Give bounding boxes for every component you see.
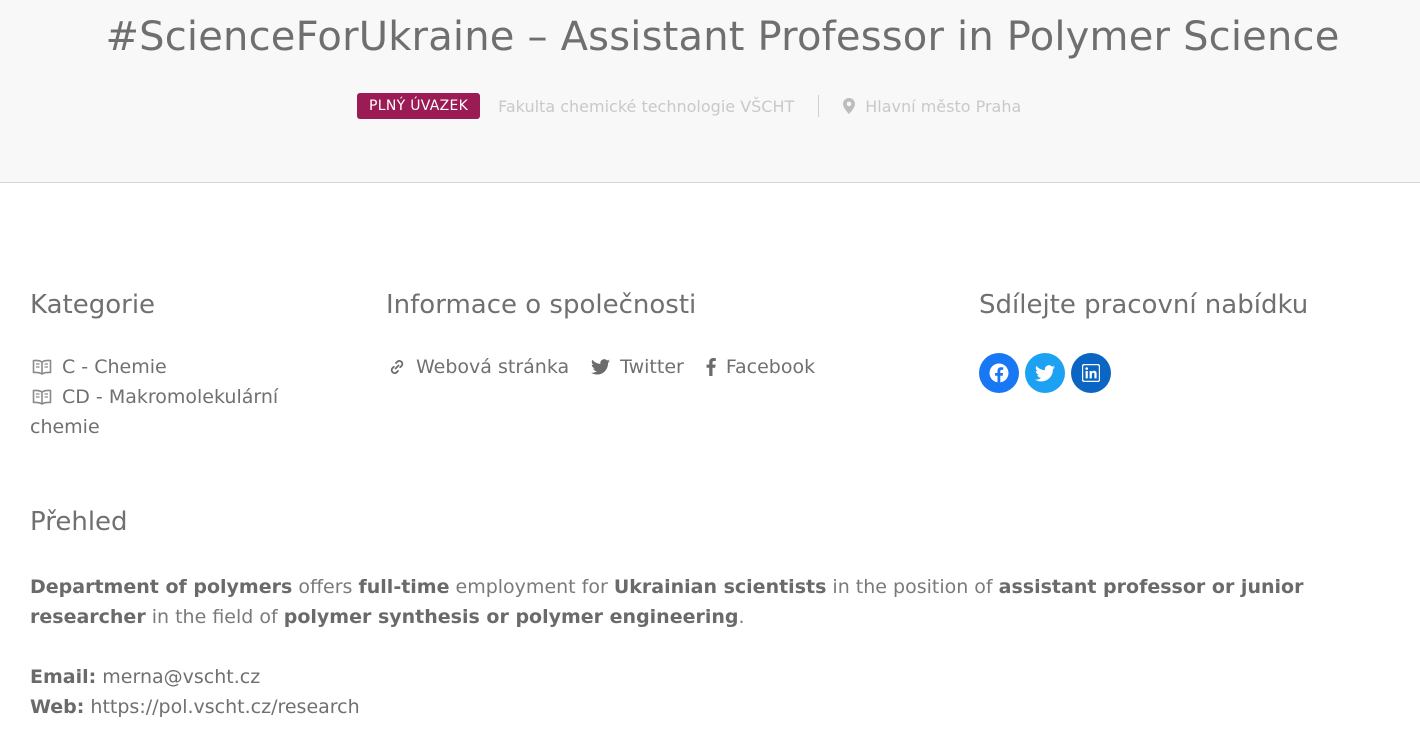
- twitter-icon: [591, 359, 611, 375]
- overview-segment: Ukrainian scientists: [613, 576, 827, 598]
- contact-info: Email: merna@vscht.cz Web: https://pol.v…: [30, 662, 360, 722]
- share-facebook-button[interactable]: [979, 353, 1019, 393]
- employment-type-badge: PLNÝ ÚVAZEK: [357, 93, 481, 119]
- overview-segment: in the field of: [145, 606, 284, 628]
- book-icon: [32, 384, 54, 405]
- twitter-link-label: Twitter: [620, 356, 684, 378]
- job-location: Hlavní město Praha: [865, 96, 1022, 116]
- category-item-makromolekularni-chemie[interactable]: CD - Makromolekulární chemie: [30, 382, 330, 442]
- category-label: CD - Makromolekulární chemie: [30, 386, 279, 438]
- category-item-chemie[interactable]: C - Chemie: [30, 352, 330, 382]
- overview-description: Department of polymers offers full-time …: [30, 572, 1415, 632]
- category-label: C - Chemie: [62, 356, 167, 378]
- twitter-icon: [1035, 364, 1055, 381]
- web-link[interactable]: https://pol.vscht.cz/research: [90, 696, 359, 718]
- email-link[interactable]: merna@vscht.cz: [102, 666, 260, 688]
- overview-segment: .: [738, 606, 745, 628]
- email-label: Email:: [30, 666, 97, 688]
- facebook-icon: [706, 358, 716, 376]
- book-icon: [32, 354, 54, 375]
- overview-segment: offers: [292, 576, 359, 598]
- share-linkedin-button[interactable]: [1071, 353, 1111, 393]
- web-line: Web: https://pol.vscht.cz/research: [30, 692, 360, 722]
- email-line: Email: merna@vscht.cz: [30, 662, 360, 692]
- facebook-link-label: Facebook: [725, 356, 816, 378]
- overview-segment: employment for: [449, 576, 614, 598]
- facebook-icon: [989, 363, 1009, 383]
- linkedin-icon: [1082, 364, 1100, 382]
- company-links: Webová stránka Twitter Facebook: [388, 352, 837, 382]
- overview-heading: Přehled: [30, 507, 128, 537]
- overview-segment: Department of polymers: [30, 576, 293, 598]
- job-header: #ScienceForUkraine – Assistant Professor…: [0, 0, 1420, 183]
- categories-heading: Kategorie: [30, 290, 156, 320]
- meta-divider: [818, 95, 820, 117]
- overview-segment: in the position of: [826, 576, 999, 598]
- job-title: #ScienceForUkraine – Assistant Professor…: [105, 14, 1340, 60]
- web-label: Web:: [30, 696, 85, 718]
- category-list: C - Chemie CD - Makromolekulární chemie: [30, 352, 330, 442]
- share-twitter-button[interactable]: [1025, 353, 1065, 393]
- facebook-link[interactable]: Facebook: [706, 352, 815, 382]
- link-icon: [390, 360, 404, 374]
- website-link-label: Webová stránka: [416, 356, 570, 378]
- share-buttons: [979, 353, 1117, 393]
- twitter-link[interactable]: Twitter: [591, 352, 684, 382]
- map-pin-icon: [843, 98, 856, 114]
- share-heading: Sdílejte pracovní nabídku: [979, 290, 1309, 320]
- job-meta: PLNÝ ÚVAZEK Fakulta chemické technologie…: [357, 93, 1021, 119]
- website-link[interactable]: Webová stránka: [388, 352, 569, 382]
- company-name: Fakulta chemické technologie VŠCHT: [498, 96, 795, 116]
- company-info-heading: Informace o společnosti: [386, 290, 697, 320]
- overview-segment: full-time: [358, 576, 450, 598]
- overview-segment: polymer synthesis or polymer engineering: [283, 606, 739, 628]
